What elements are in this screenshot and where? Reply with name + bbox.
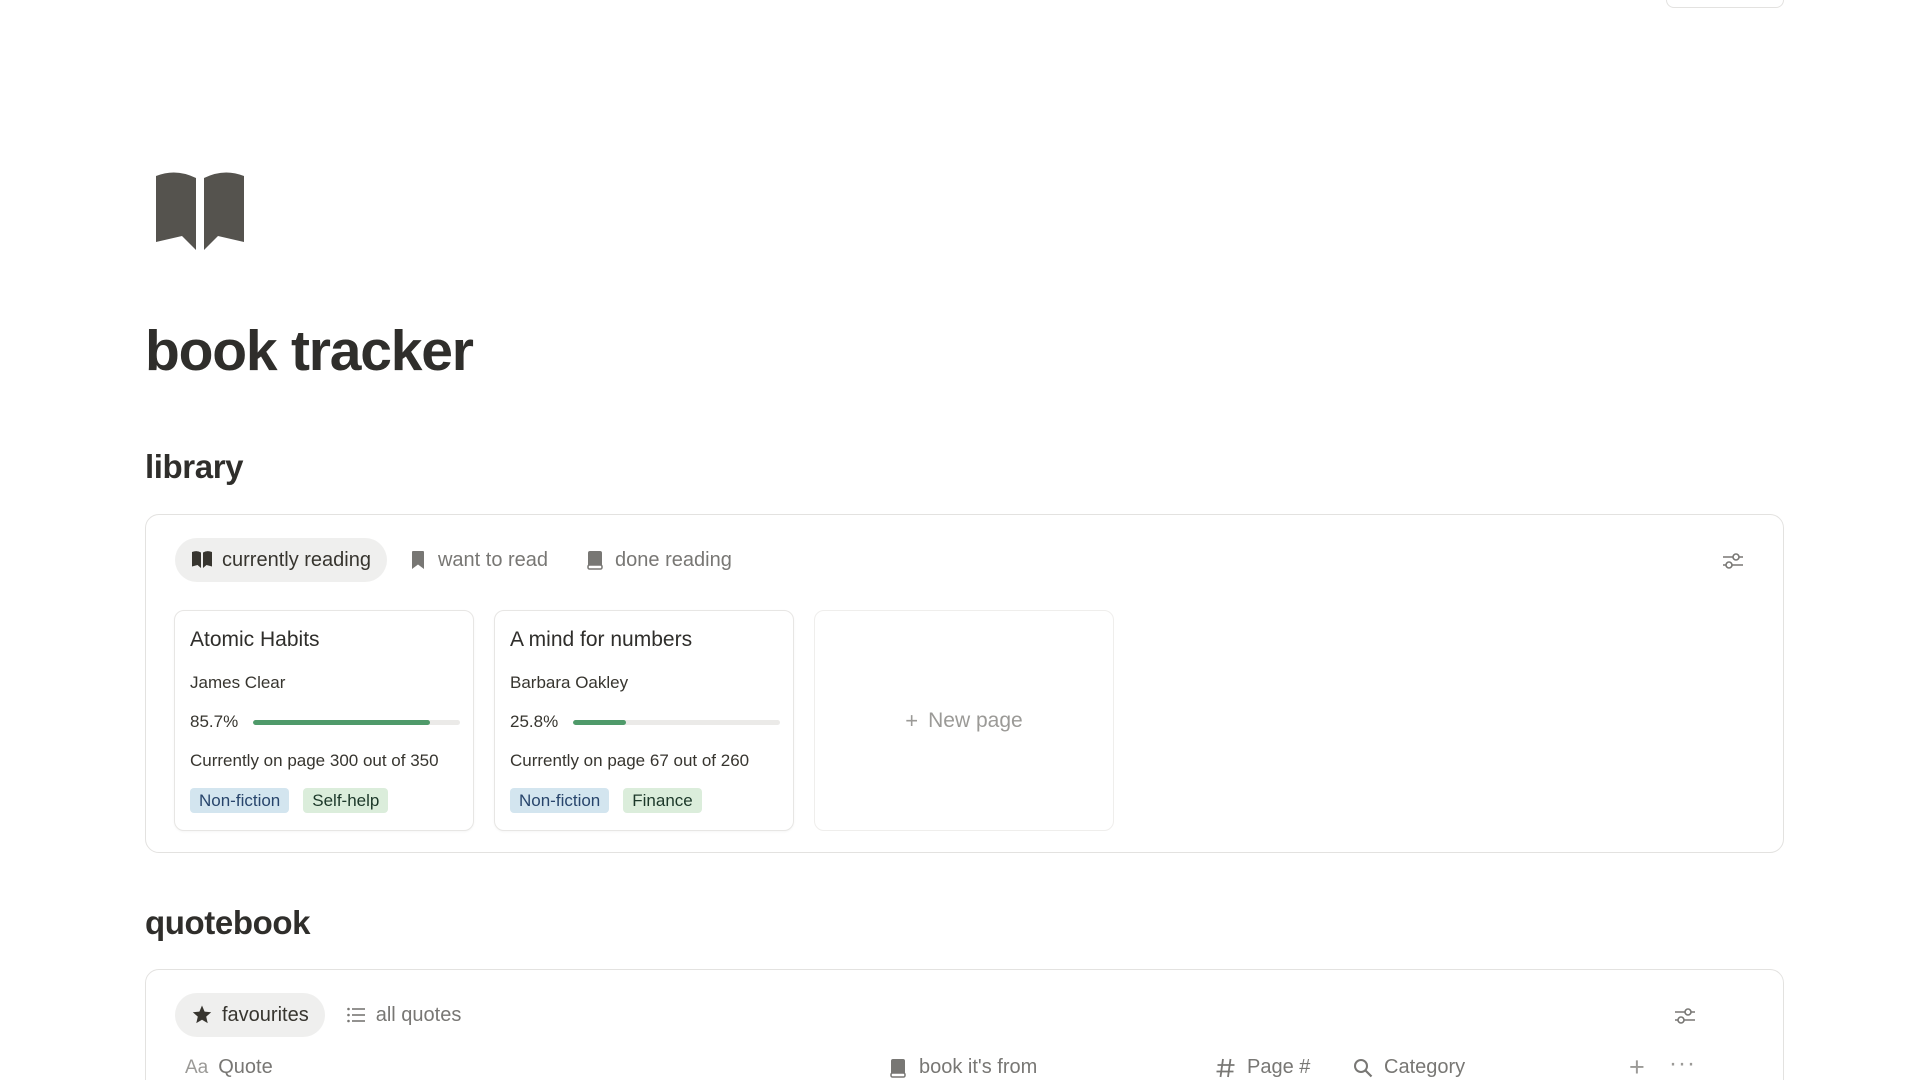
progress-bar [253, 720, 460, 725]
tab-favourites[interactable]: favourites [175, 993, 325, 1037]
book-title: A mind for numbers [510, 628, 693, 651]
tag-self-help: Self-help [303, 788, 389, 813]
column-header-quote[interactable]: Aa Quote [185, 1056, 273, 1079]
column-label: Category [1384, 1056, 1466, 1078]
search-icon [1352, 1057, 1374, 1079]
closed-book-icon [887, 1057, 909, 1079]
book-author: Barbara Oakley [510, 673, 629, 692]
column-header-category[interactable]: Category [1352, 1056, 1465, 1079]
tab-currently-reading[interactable]: currently reading [175, 538, 387, 582]
open-book-icon[interactable] [152, 170, 248, 252]
add-column-button[interactable]: + [1629, 1052, 1645, 1080]
progress-percent: 85.7% [190, 712, 239, 731]
library-tabs: currently reading want to read done read… [175, 538, 752, 582]
tab-label: currently reading [222, 548, 371, 571]
page-progress-text: Currently on page 67 out of 260 [510, 751, 750, 770]
open-book-icon [191, 549, 213, 571]
column-label: Quote [218, 1056, 273, 1078]
genre-tags: Non-fiction Self-help [190, 788, 402, 813]
genre-tags: Non-fiction Finance [510, 788, 716, 813]
progress-fill [573, 720, 627, 725]
new-page-button[interactable]: + New page [815, 611, 1113, 830]
tab-label: want to read [437, 548, 549, 571]
table-header-row: Aa Quote book it's from Page # Category … [146, 1050, 1783, 1080]
tab-done-reading[interactable]: done reading [568, 538, 748, 582]
column-header-page[interactable]: Page # [1215, 1056, 1310, 1079]
quotebook-heading: quotebook [145, 904, 311, 941]
page-title: book tracker [145, 319, 474, 383]
top-right-button[interactable] [1666, 0, 1784, 8]
book-card[interactable]: Atomic Habits James Clear 85.7% Currentl… [174, 610, 474, 831]
book-card[interactable]: A mind for numbers Barbara Oakley 25.8% … [494, 610, 794, 831]
tag-non-fiction: Non-fiction [190, 788, 290, 813]
text-type-icon: Aa [185, 1056, 209, 1078]
progress-percent: 25.8% [510, 712, 559, 731]
tab-label: all quotes [375, 1003, 462, 1026]
tag-non-fiction: Non-fiction [510, 788, 610, 813]
bookmark-icon [407, 549, 429, 571]
sliders-settings-icon[interactable] [1721, 551, 1745, 571]
book-title: Atomic Habits [190, 628, 320, 651]
library-database: currently reading want to read done read… [145, 514, 1784, 853]
tab-all-quotes[interactable]: all quotes [329, 993, 478, 1037]
list-icon [345, 1004, 367, 1026]
quotebook-tabs: favourites all quotes [175, 993, 481, 1037]
star-icon [191, 1004, 213, 1026]
progress-fill [253, 720, 431, 725]
hash-icon [1215, 1057, 1237, 1079]
page: book tracker library currently reading w… [0, 0, 1920, 1080]
tab-label: favourites [222, 1003, 309, 1026]
closed-book-icon [584, 549, 606, 571]
column-label: book it's from [919, 1056, 1038, 1078]
more-options-button[interactable]: ··· [1669, 1050, 1696, 1078]
new-page-card[interactable]: + New page [814, 610, 1114, 831]
sliders-settings-icon[interactable] [1673, 1006, 1697, 1026]
library-heading: library [145, 448, 244, 485]
quotebook-database: favourites all quotes Aa Quote book it's… [145, 969, 1784, 1080]
tab-label: done reading [615, 548, 732, 571]
column-header-book[interactable]: book it's from [887, 1056, 1037, 1079]
plus-icon: + [905, 707, 919, 733]
tab-want-to-read[interactable]: want to read [391, 538, 564, 582]
tag-finance: Finance [623, 788, 702, 813]
progress-bar [573, 720, 780, 725]
page-progress-text: Currently on page 300 out of 350 [190, 751, 439, 770]
gallery-cards: Atomic Habits James Clear 85.7% Currentl… [174, 610, 1134, 831]
book-author: James Clear [190, 673, 286, 692]
new-page-label: New page [928, 708, 1023, 732]
column-label: Page # [1247, 1056, 1311, 1078]
